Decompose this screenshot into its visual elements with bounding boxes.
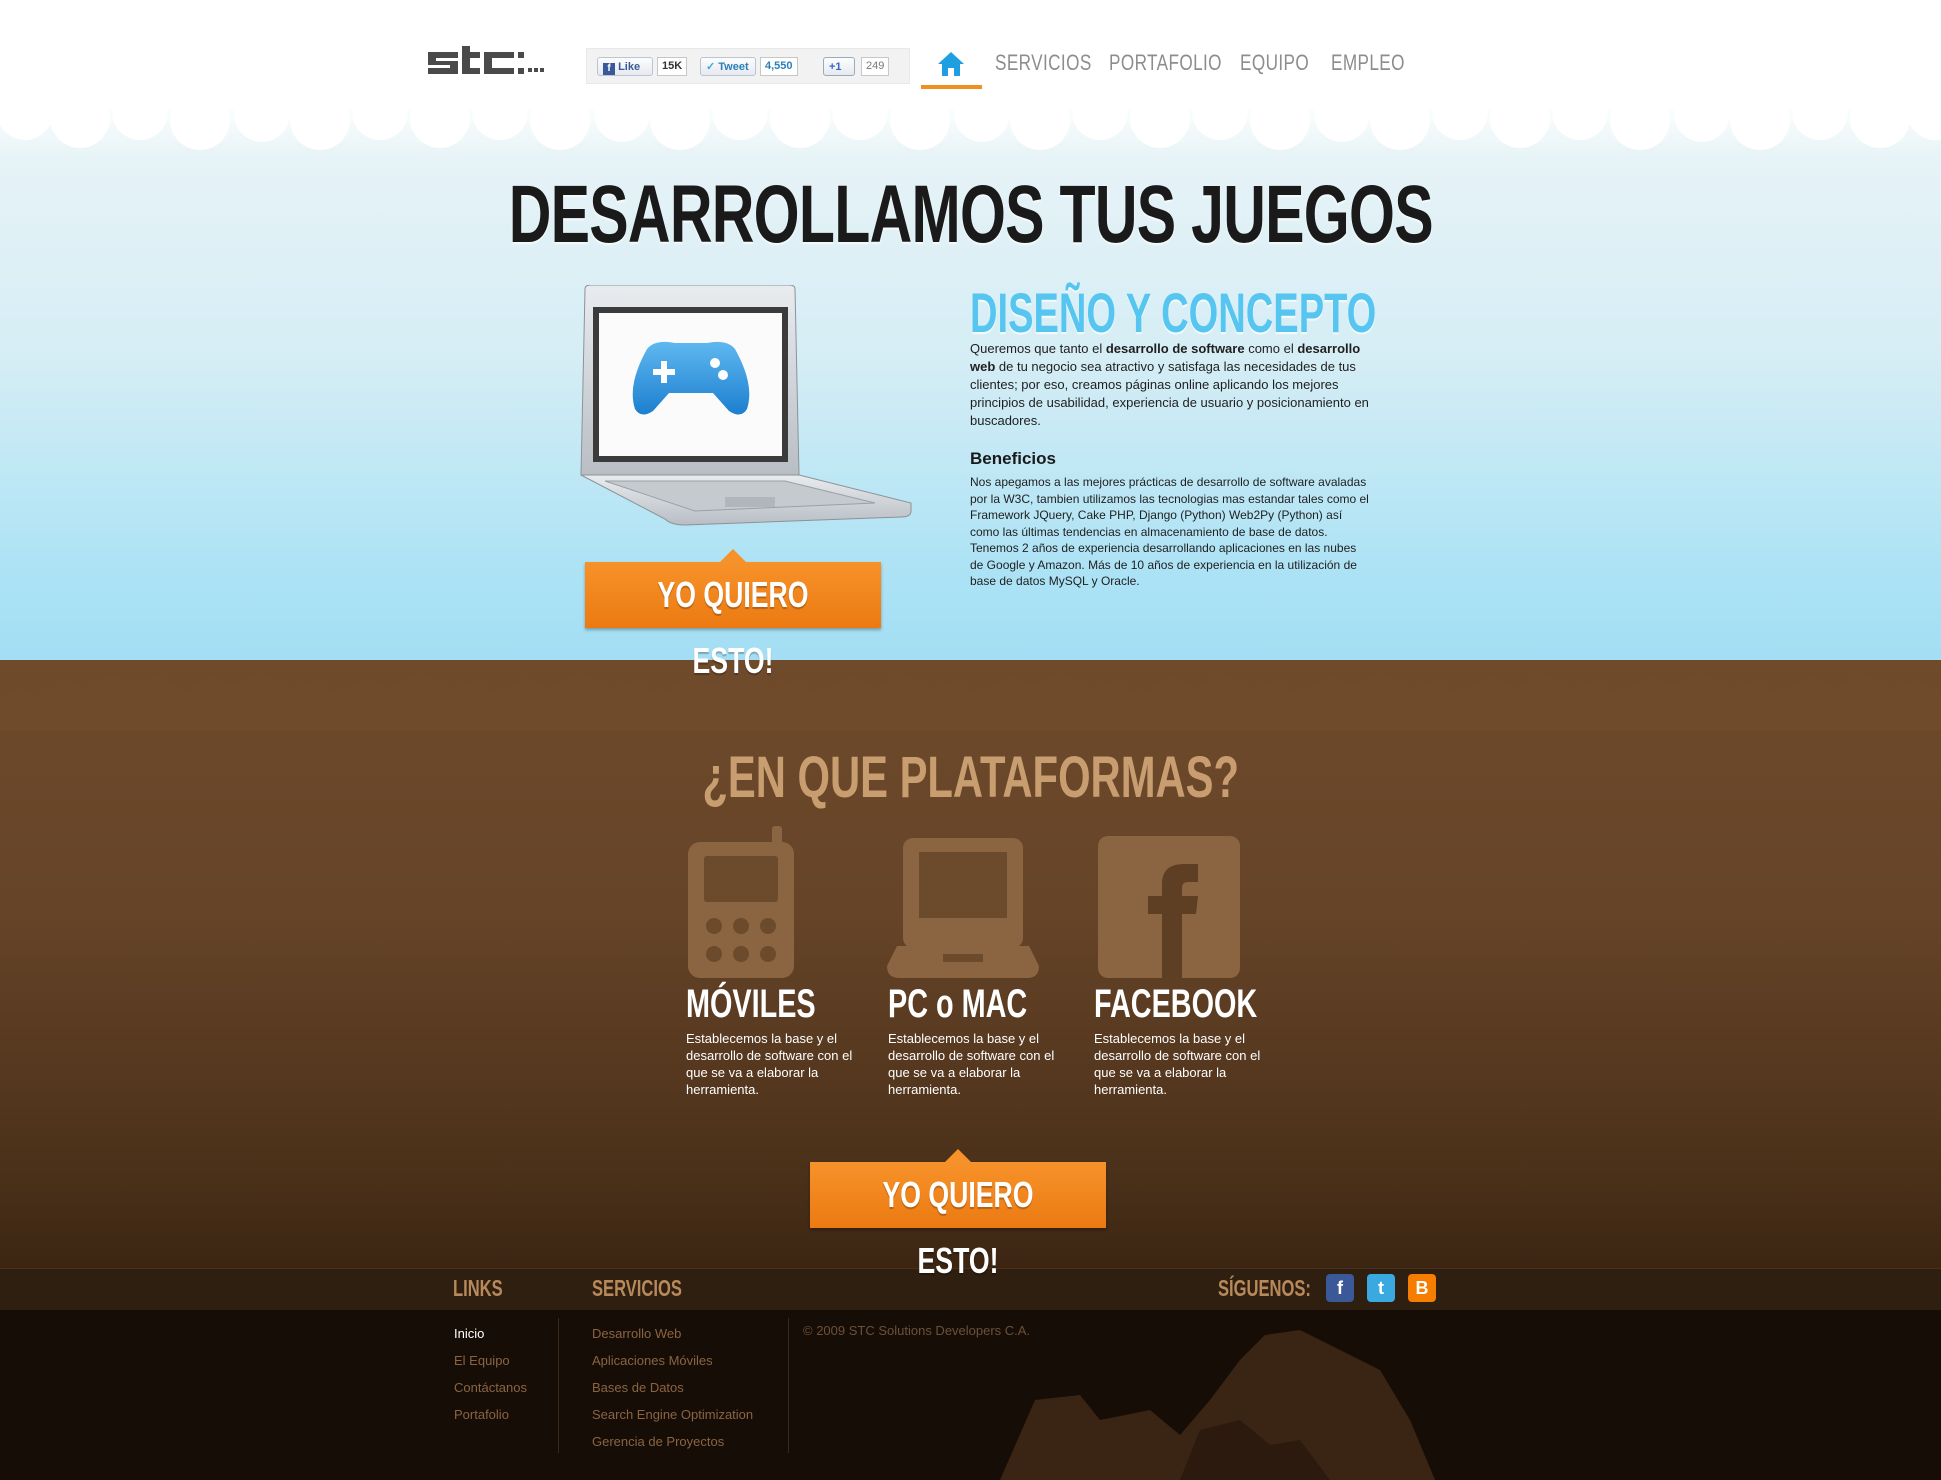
platform-title-pc-mac: PC o MAC (888, 982, 1028, 1026)
social-share-bar: f Like 15K ✓ Tweet 4,550 +1 249 (586, 48, 910, 84)
footer-services-title: SERVICIOS (592, 1275, 682, 1301)
intro-paragraph: Queremos que tanto el desarrollo de soft… (970, 341, 1369, 428)
tweet-label: Tweet (718, 61, 749, 73)
home-icon[interactable] (937, 50, 965, 78)
tweet-button[interactable]: ✓ Tweet (700, 57, 756, 76)
like-label: Like (618, 61, 641, 73)
footer-service-desarrollo-web[interactable]: Desarrollo Web (592, 1326, 681, 1341)
like-count: 15K (657, 57, 688, 76)
footer-service-bases-de-datos[interactable]: Bases de Datos (592, 1380, 684, 1395)
footer-link-equipo[interactable]: El Equipo (454, 1353, 510, 1368)
plusone-count: 249 (861, 57, 890, 76)
facebook-like-button[interactable]: f Like (597, 57, 653, 76)
footer-service-seo[interactable]: Search Engine Optimization (592, 1407, 753, 1422)
footer-link-contactanos[interactable]: Contáctanos (454, 1380, 527, 1395)
footer-service-gerencia[interactable]: Gerencia de Proyectos (592, 1434, 724, 1449)
nav-servicios[interactable]: SERVICIOS (995, 50, 1092, 76)
platform-desc-moviles: Establecemos la base y el desarrollo de … (686, 1031, 853, 1097)
copyright-text: © 2009 STC Solutions Developers C.A. (803, 1323, 1031, 1338)
benefits-paragraph: Nos apegamos a las mejores prácticas de … (970, 475, 1369, 588)
blogger-icon[interactable]: B (1408, 1274, 1436, 1302)
mobile-phone-icon (688, 826, 794, 978)
platforms-title: ¿EN QUE PLATAFORMAS? (702, 745, 1239, 810)
section-title-diseno: DISEÑO Y CONCEPTO (970, 281, 1377, 344)
nav-empleo[interactable]: EMPLEO (1331, 50, 1405, 76)
cta-button-platforms[interactable]: YO QUIERO ESTO! (810, 1149, 1106, 1281)
platform-desc-pc-mac: Establecemos la base y el desarrollo de … (888, 1031, 1055, 1097)
nav-equipo[interactable]: EQUIPO (1240, 50, 1309, 76)
platform-title-facebook: FACEBOOK (1094, 982, 1258, 1026)
benefits-title: Beneficios (970, 449, 1056, 468)
footer-divider (558, 1318, 559, 1453)
footer-link-inicio[interactable]: Inicio (454, 1326, 484, 1341)
footer-follow-label: SÍGUENOS: (1218, 1275, 1311, 1301)
footer-link-portafolio[interactable]: Portafolio (454, 1407, 509, 1422)
platform-desc-facebook: Establecemos la base y el desarrollo de … (1094, 1031, 1261, 1097)
footer-links-title: LINKS (453, 1275, 503, 1301)
twitter-icon[interactable]: t (1367, 1274, 1395, 1302)
tweet-count: 4,550 (760, 57, 798, 76)
footer-divider (788, 1318, 789, 1453)
footer-service-aplicaciones-moviles[interactable]: Aplicaciones Móviles (592, 1353, 713, 1368)
page-headline: DESARROLLAMOS TUS JUEGOS (508, 169, 1433, 260)
nav-portafolio[interactable]: PORTAFOLIO (1109, 50, 1222, 76)
cta-button-hero[interactable]: YO QUIERO ESTO! (585, 549, 881, 681)
stc-logo[interactable] (428, 46, 578, 80)
google-plusone-button[interactable]: +1 (823, 57, 855, 76)
facebook-icon: f (603, 63, 615, 75)
laptop-icon (887, 838, 1039, 978)
home-active-indicator (921, 85, 982, 89)
twitter-bird-icon: ✓ (706, 61, 716, 73)
facebook-icon[interactable]: f (1326, 1274, 1354, 1302)
facebook-icon (1098, 836, 1240, 978)
platform-title-moviles: MÓVILES (686, 982, 816, 1026)
laptop-gamepad-icon (580, 285, 912, 526)
